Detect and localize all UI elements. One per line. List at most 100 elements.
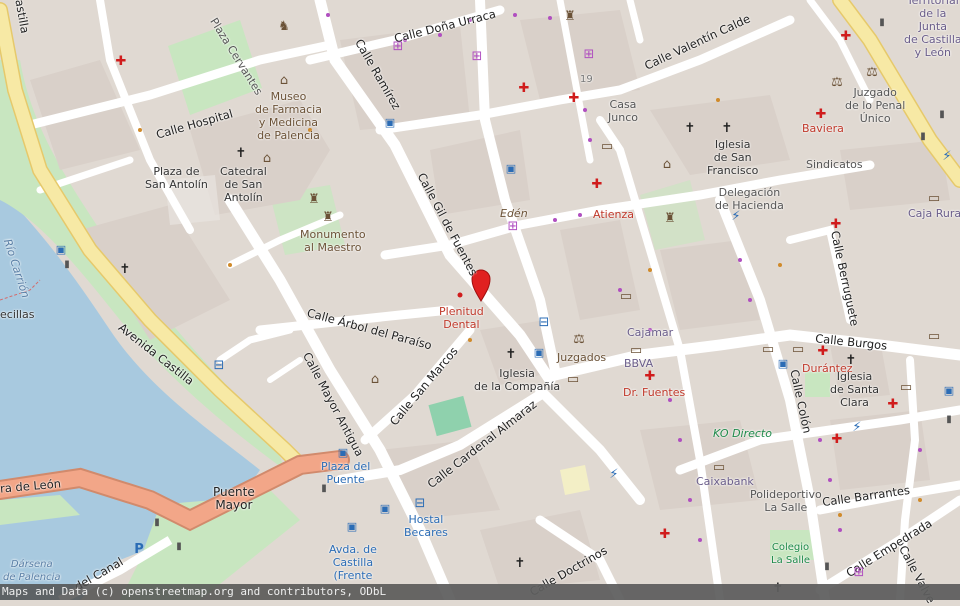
label-darsena: Dársena de Palencia	[3, 559, 61, 583]
pharmacy-cross-icon[interactable]: ✚	[590, 178, 604, 192]
charging-station-icon[interactable]: ⚡	[729, 210, 743, 224]
museum-icon[interactable]: ⌂	[260, 152, 274, 166]
pharmacy-cross-icon[interactable]: ✚	[886, 398, 900, 412]
label-iglesia-santa-clara: Iglesia de Santa Clara	[830, 370, 879, 409]
monument-icon[interactable]: ⚖	[830, 76, 844, 90]
bank-icon[interactable]: ▭	[712, 461, 726, 475]
pharmacy-cross-icon[interactable]: ✚	[658, 528, 672, 542]
bus-stop-icon[interactable]: ▣	[54, 243, 68, 257]
bus-stop-icon[interactable]: ▣	[776, 357, 790, 371]
bank-icon[interactable]: ▭	[629, 344, 643, 358]
bank-icon[interactable]: ▭	[927, 330, 941, 344]
label-atienza: Atienza	[593, 208, 634, 221]
label-museo: Museo de Farmacia y Medicina de Palencia	[255, 90, 322, 142]
pharmacy-cross-icon[interactable]: ✚	[829, 218, 843, 232]
traffic-light-icon[interactable]: ▮	[60, 258, 74, 272]
parking-icon[interactable]: ⊟	[413, 497, 427, 511]
pharmacy-cross-icon[interactable]: ✚	[114, 55, 128, 69]
pharmacy-cross-icon[interactable]: ✚	[567, 92, 581, 106]
label-number-19: 19	[580, 74, 593, 85]
parking-icon[interactable]: ⊟	[537, 316, 551, 330]
bus-stop-icon[interactable]: ▣	[504, 162, 518, 176]
traffic-light-icon[interactable]: ▮	[317, 482, 331, 496]
label-hostal-becares: Hostal Becares	[404, 513, 448, 539]
monument-icon[interactable]: ♜	[663, 212, 677, 226]
monument-icon[interactable]: ⚖	[572, 333, 586, 347]
label-iglesia-compania: Iglesia de la Compañía	[474, 367, 561, 393]
highlight-yellow	[560, 465, 590, 495]
bus-stop-icon[interactable]: ▣	[378, 502, 392, 516]
bank-icon[interactable]: ▭	[899, 381, 913, 395]
traffic-light-icon[interactable]: ▮	[916, 130, 930, 144]
pharmacy-cross-icon[interactable]: ✚	[830, 433, 844, 447]
label-caixabank: Caixabank	[696, 475, 754, 488]
bank-icon[interactable]: ▭	[791, 343, 805, 357]
label-catedral: Catedral de San Antolín	[220, 165, 267, 204]
label-polideportivo: Polideportivo La Salle	[750, 488, 822, 514]
label-casa-junco: Casa Junco	[608, 98, 638, 124]
shopping-cart-icon[interactable]: ⊞	[391, 40, 405, 54]
shopping-cart-icon[interactable]: ⊞	[852, 566, 866, 580]
church-icon[interactable]: ✝	[118, 263, 132, 277]
traffic-light-icon[interactable]: ▮	[935, 108, 949, 122]
shopping-cart-icon[interactable]: ⊞	[506, 220, 520, 234]
pharmacy-cross-icon[interactable]: ✚	[643, 370, 657, 384]
pharmacy-cross-icon[interactable]: ✚	[839, 30, 853, 44]
bus-stop-icon[interactable]: ▣	[532, 346, 546, 360]
church-icon[interactable]: ✝	[720, 122, 734, 136]
parking-icon[interactable]: P	[132, 543, 146, 557]
pharmacy-cross-icon[interactable]: ✚	[814, 108, 828, 122]
pharmacy-cross-icon[interactable]: ✚	[517, 82, 531, 96]
church-icon[interactable]: ✝	[683, 122, 697, 136]
label-avda-castilla-stop: Avda. de Castilla (Frente	[329, 543, 377, 582]
label-colegio-la-salle: Colegio La Salle	[771, 542, 811, 566]
bus-stop-icon[interactable]: ▣	[942, 384, 956, 398]
museum-icon[interactable]: ⌂	[660, 158, 674, 172]
monument-icon[interactable]: ♜	[321, 211, 335, 225]
bank-icon[interactable]: ▭	[600, 140, 614, 154]
traffic-light-icon[interactable]: ▮	[150, 516, 164, 530]
charging-station-icon[interactable]: ⚡	[607, 468, 621, 482]
label-plenitud-dental: Plenitud Dental	[439, 305, 484, 331]
bus-stop-icon[interactable]: ▣	[336, 446, 350, 460]
charging-station-icon[interactable]: ⚡	[940, 150, 954, 164]
label-delegacion-hacienda: Delegación de Hacienda	[715, 186, 784, 212]
parking-icon[interactable]: ⊟	[212, 359, 226, 373]
label-iglesia-san-francisco: Iglesia de San Francisco	[707, 138, 759, 177]
shopping-cart-icon[interactable]: ⊞	[582, 48, 596, 62]
map-attribution: Maps and Data (c) openstreetmap.org and …	[0, 584, 960, 600]
bus-stop-icon[interactable]: ▣	[383, 116, 397, 130]
church-icon[interactable]: ✝	[844, 354, 858, 368]
traffic-light-icon[interactable]: ▮	[820, 560, 834, 574]
pharmacy-cross-icon[interactable]: ✚	[816, 345, 830, 359]
label-junta-castilla: Territorial de la Junta de Castilla y Le…	[904, 0, 960, 59]
bank-icon[interactable]: ▭	[927, 192, 941, 206]
museum-icon[interactable]: ⌂	[277, 74, 291, 88]
label-caja-rural: Caja Rural	[908, 207, 960, 220]
shopping-cart-icon[interactable]: ⊞	[470, 50, 484, 64]
label-baviera: Baviera	[802, 122, 844, 135]
label-cajamar: Cajamar	[627, 326, 674, 339]
traffic-light-icon[interactable]: ▮	[875, 16, 889, 30]
bank-icon[interactable]: ▭	[761, 343, 775, 357]
monument-icon[interactable]: ⚖	[865, 66, 879, 80]
bank-icon[interactable]: ▭	[566, 373, 580, 387]
monument-icon[interactable]: ♜	[563, 10, 577, 24]
santa-clara-green	[805, 372, 830, 397]
label-puente-mayor: Puente Mayor	[213, 485, 255, 512]
monument-icon[interactable]: ♞	[277, 20, 291, 34]
church-icon[interactable]: ✝	[234, 147, 248, 161]
church-icon[interactable]: ✝	[513, 557, 527, 571]
traffic-light-icon[interactable]: ▮	[942, 413, 956, 427]
charging-station-icon[interactable]: ⚡	[850, 421, 864, 435]
traffic-light-icon[interactable]: ▮	[172, 540, 186, 554]
monument-icon[interactable]: ♜	[307, 193, 321, 207]
label-monumento: Monumento al Maestro	[300, 228, 366, 254]
label-ko-directo: KO Directo	[713, 427, 772, 440]
bank-icon[interactable]: ▭	[619, 290, 633, 304]
bus-stop-icon[interactable]: ▣	[345, 520, 359, 534]
label-plaza-san-antolin: Plaza de San Antolín	[145, 165, 208, 191]
church-icon[interactable]: ✝	[504, 348, 518, 362]
label-dr-fuentes: Dr. Fuentes	[623, 386, 686, 399]
museum-icon[interactable]: ⌂	[368, 373, 382, 387]
